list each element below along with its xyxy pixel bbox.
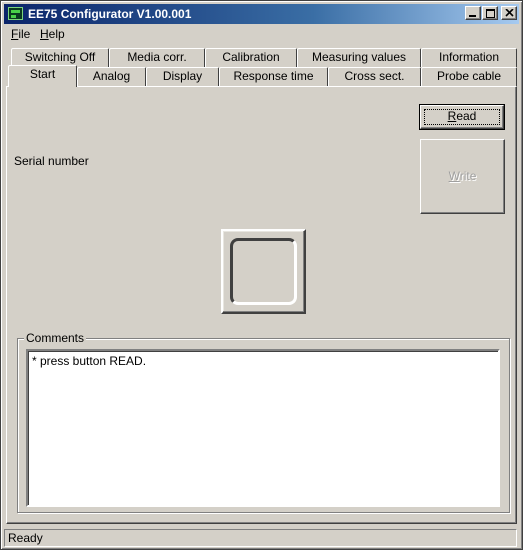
- tab-information[interactable]: Information: [421, 48, 517, 67]
- connect-button[interactable]: [221, 229, 306, 314]
- menu-bar: File Help: [4, 25, 519, 44]
- tab-cross-sect[interactable]: Cross sect.: [328, 67, 421, 86]
- title-bar[interactable]: EE75 Configurator V1.00.001: [4, 4, 519, 24]
- tab-probe-cable[interactable]: Probe cable: [421, 67, 517, 86]
- menu-file[interactable]: File: [8, 27, 33, 41]
- window-title: EE75 Configurator V1.00.001: [28, 7, 192, 21]
- serial-number-label: Serial number: [14, 154, 89, 168]
- app-icon: [8, 7, 23, 20]
- menu-help[interactable]: Help: [37, 27, 68, 41]
- tab-start[interactable]: Start: [8, 65, 77, 87]
- comments-text: * press button READ.: [32, 354, 147, 368]
- app-window: EE75 Configurator V1.00.001 File Help Sw…: [0, 0, 523, 550]
- comments-textbox[interactable]: * press button READ.: [26, 349, 500, 507]
- tab-display[interactable]: Display: [146, 67, 219, 86]
- tab-calibration[interactable]: Calibration: [205, 48, 297, 67]
- connect-button-face: [230, 238, 297, 305]
- maximize-button[interactable]: [482, 6, 498, 20]
- write-button[interactable]: Write: [420, 139, 505, 214]
- focus-rect: [424, 109, 500, 125]
- status-pane: Ready: [4, 529, 517, 547]
- close-icon: [505, 9, 514, 17]
- status-text: Ready: [8, 531, 43, 545]
- tab-response-time[interactable]: Response time: [219, 67, 328, 86]
- comments-group: Comments * press button READ.: [17, 331, 510, 513]
- status-bar: Ready: [4, 528, 519, 548]
- tab-analog[interactable]: Analog: [77, 67, 146, 86]
- tab-measuring-values[interactable]: Measuring values: [297, 48, 421, 67]
- minimize-button[interactable]: [465, 6, 481, 20]
- read-button[interactable]: Read: [419, 104, 505, 130]
- tab-media-corr[interactable]: Media corr.: [109, 48, 205, 67]
- start-tab-panel: Read Serial number Write Comments * pres…: [6, 86, 517, 524]
- close-button[interactable]: [501, 6, 517, 20]
- comments-label: Comments: [24, 331, 87, 345]
